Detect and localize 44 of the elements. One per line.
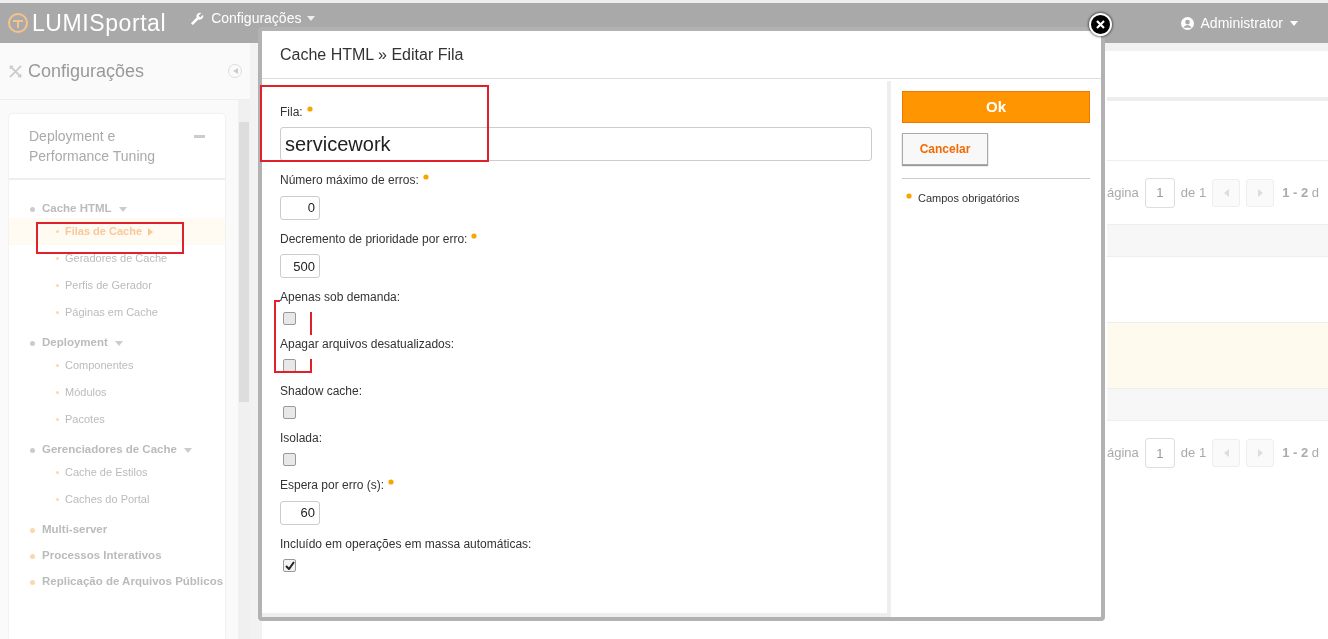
number-field[interactable]: 500	[280, 254, 320, 278]
field-label: Número máximo de erros:	[280, 172, 419, 189]
required-legend: Campos obrigatórios	[918, 190, 1020, 207]
sidebar-item[interactable]: Processos Interativos	[42, 547, 162, 565]
page-count: de 1	[1180, 444, 1207, 463]
page-count: de 1	[1180, 183, 1207, 202]
field-label: Apagar arquivos desatualizados:	[280, 336, 455, 353]
page-field[interactable]: 1	[1144, 438, 1175, 468]
sidebar-item[interactable]: Cache HTML	[42, 200, 112, 218]
field-label: Fila:	[280, 104, 303, 121]
sidebar-item[interactable]: Deployment	[42, 334, 108, 352]
field-label: Shadow cache:	[280, 383, 363, 400]
user-menu[interactable]: Administrator	[1180, 12, 1298, 34]
number-field[interactable]: 0	[280, 195, 320, 220]
sidebar-title: Configurações	[28, 59, 145, 83]
sidebar-subitem[interactable]: Cache de Estilos	[65, 464, 148, 481]
cancel-button[interactable]: Cancelar	[902, 133, 988, 165]
page-label: ágina	[1107, 183, 1139, 202]
number-field[interactable]: 60	[280, 500, 320, 525]
field-label: Apenas sob demanda:	[280, 289, 401, 306]
sidebar-subitem[interactable]: Componentes	[65, 357, 134, 374]
sidebar-item[interactable]: Gerenciadores de Cache	[42, 441, 177, 459]
field-label: Incluído em operações em massa automáticas:	[280, 535, 532, 553]
dialog-title: Cache HTML » Editar Fila	[280, 44, 464, 65]
configuration-menu[interactable]: Configurações	[190, 8, 316, 29]
field-label: Espera por erro (s):	[280, 477, 385, 494]
record-range: 1 - 2 d	[1282, 444, 1319, 463]
sidebar-subitem[interactable]: Módulos	[65, 384, 107, 401]
sidebar-subitem[interactable]: Páginas em Cache	[65, 304, 158, 321]
field-label: Isolada:	[280, 430, 323, 447]
record-range: 1 - 2 d	[1282, 183, 1319, 202]
logo-text: LUMISportal	[32, 8, 167, 38]
sidebar-subitem[interactable]: Caches do Portal	[65, 491, 150, 508]
sidebar-subitem[interactable]: Geradores de Cache	[65, 250, 168, 267]
ok-button[interactable]: Ok	[902, 91, 1090, 123]
text-field[interactable]: servicework	[280, 127, 872, 161]
field-label: Decremento de prioridade por erro:	[280, 230, 468, 248]
sidebar-item[interactable]: Multi-server	[42, 521, 108, 539]
section-title: Deployment e Performance Tuning	[29, 127, 157, 166]
sidebar-subitem[interactable]: Pacotes	[65, 411, 105, 428]
sidebar-item[interactable]: Replicação de Arquivos Públicos	[42, 573, 224, 591]
page-field[interactable]: 1	[1144, 177, 1175, 208]
sidebar-subitem[interactable]: Perfis de Gerador	[65, 277, 152, 294]
page-label: ágina	[1107, 444, 1139, 463]
